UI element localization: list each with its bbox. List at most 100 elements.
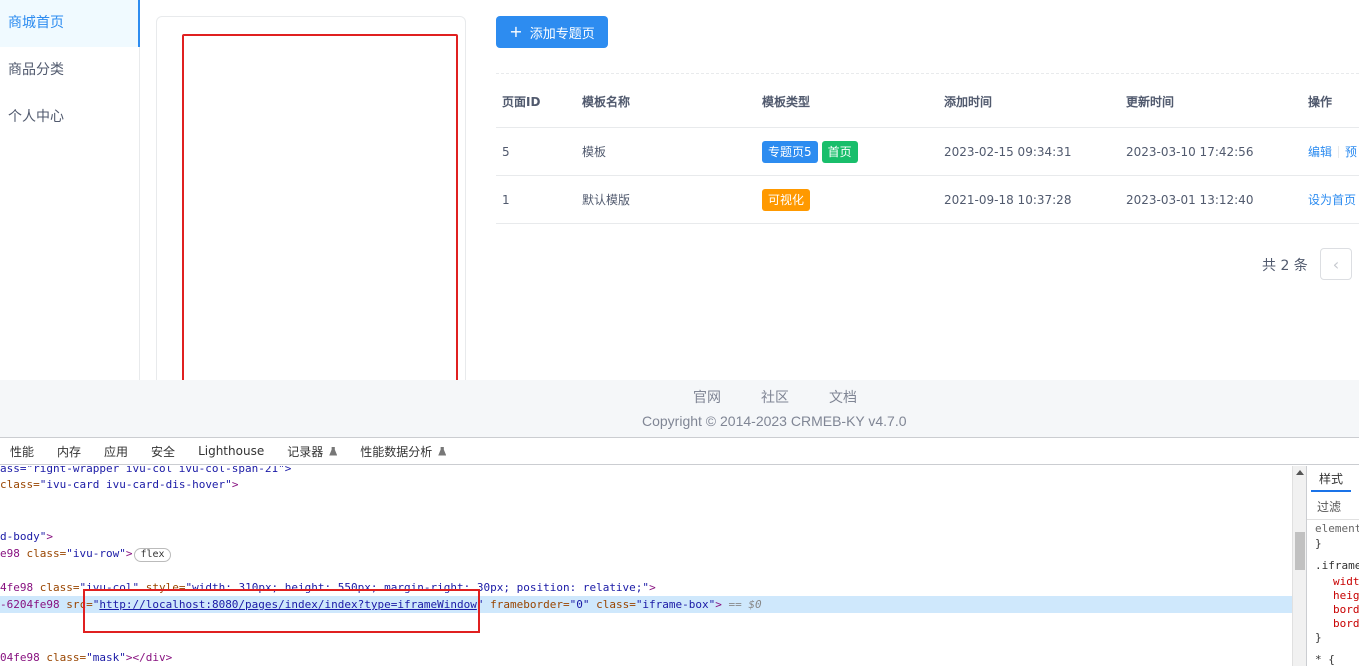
style-line[interactable]: bord [1333,617,1359,630]
footer-link-official[interactable]: 官网 [693,387,721,407]
style-line: * { [1315,653,1335,666]
cell-updated: 2023-03-01 13:12:40 [1126,192,1254,207]
style-line[interactable]: bord [1333,603,1359,616]
code-value: d-body" [0,530,47,543]
add-topic-page-label: 添加专题页 [529,26,595,42]
code-value: "ivu-card ivu-card-dis-hover" [39,478,232,491]
code-attr: class= [589,598,636,611]
pagination-prev-button[interactable]: ‹ [1320,248,1352,280]
table-row: 5 模板 专题页5 首页 2023-02-15 09:34:31 2023-03… [496,128,1359,176]
sidebar-item-profile[interactable]: 个人中心 [0,94,139,141]
code-tag: > [231,478,239,491]
header-ops: 操作 [1308,95,1333,109]
tab-memory[interactable]: 内存 [57,443,81,460]
code-line[interactable]: e98 class="ivu-row"> flex [0,545,171,562]
scrollbar-thumb[interactable] [1295,532,1305,570]
tab-performance[interactable]: 性能 [10,443,34,460]
flex-badge[interactable]: flex [134,548,171,562]
code-value: "ivu-row" [66,547,126,560]
preview-link[interactable]: 预 [1345,143,1357,160]
styles-pane: 样式 过滤 element } .iframe widt heig bord b… [1306,466,1359,666]
type-tag: 可视化 [762,188,811,211]
footer-link-docs[interactable]: 文档 [829,387,857,407]
table-header: 页面ID 模板名称 模板类型 添加时间 更新时间 操作 [496,76,1359,128]
cell-type: 专题页5 首页 [762,128,858,175]
flask-icon [438,446,447,456]
style-line[interactable]: widt [1333,575,1359,588]
footer-link-community[interactable]: 社区 [761,387,789,407]
cell-updated: 2023-03-10 17:42:56 [1126,144,1254,159]
sidebar-item-home[interactable]: 商城首页 [0,0,140,47]
selected-marker: == $0 [721,598,762,611]
template-table: 页面ID 模板名称 模板类型 添加时间 更新时间 操作 5 模板 专题页5 首页… [496,76,1359,224]
code-tag: -6204fe98 [0,598,67,611]
tab-styles[interactable]: 样式 [1311,466,1352,492]
tab-recorder-label: 记录器 [287,444,324,459]
sidebar: 商城首页 商品分类 个人中心 [0,0,140,380]
code-line[interactable]: 04fe98 class="mask"></div> [0,649,172,666]
elements-tree: ass="right-wrapper ivu-col ivu-col-span-… [0,466,1292,666]
cell-type: 可视化 [762,176,811,223]
tab-lighthouse[interactable]: Lighthouse [198,444,264,458]
header-updated: 更新时间 [1126,95,1175,109]
style-line: } [1315,631,1322,644]
devtools-tabs: 性能 内存 应用 安全 Lighthouse 记录器 性能数据分析 [0,438,1359,465]
cell-id: 5 [502,144,510,159]
tab-performance-insights[interactable]: 性能数据分析 [360,443,447,460]
plus-icon: + [509,22,523,41]
code-tag: ></div> [125,651,173,664]
elements-scrollbar[interactable] [1292,466,1306,666]
code-attr: class= [26,547,67,560]
code-attr: frameborder= [483,598,570,611]
code-attr: class= [46,651,87,664]
tab-application[interactable]: 应用 [104,443,128,460]
flask-icon [329,446,338,456]
chevron-left-icon: ‹ [1332,254,1340,274]
header-id: 页面ID [502,95,541,109]
type-tag: 专题页5 [762,140,818,163]
code-tag: > [649,581,656,594]
set-home-link[interactable]: 设为首页 [1308,191,1356,208]
footer-links: 官网 社区 文档 [693,387,857,407]
style-line: element [1315,522,1359,535]
table-row: 1 默认模版 可视化 2021-09-18 10:37:28 2023-03-0… [496,176,1359,224]
code-line[interactable]: d-body"> [0,528,53,545]
cell-name: 模板 [582,145,607,159]
code-line[interactable]: class="ivu-card ivu-card-dis-hover"> [0,476,238,493]
style-line[interactable]: heig [1333,589,1359,602]
code-value: "0" [569,598,590,611]
cell-ops: 编辑 预 [1308,128,1357,175]
pagination-total: 共 2 条 [1262,258,1308,274]
cell-id: 1 [502,192,510,207]
style-line: .iframe [1315,559,1359,572]
code-text: ass="right-wrapper ivu-col ivu-col-span-… [0,466,292,475]
style-line: } [1315,537,1322,550]
code-tag: > [125,547,133,560]
styles-filter-input[interactable]: 过滤 [1307,494,1359,520]
tab-perf-insights-label: 性能数据分析 [360,444,433,459]
code-value: "mask" [86,651,126,664]
header-added: 添加时间 [944,95,993,109]
code-attr: class= [39,581,80,594]
code-tag: > [46,530,53,543]
code-tag: e98 [0,547,27,560]
divider [1338,145,1340,158]
divider [496,73,1359,74]
add-topic-page-button[interactable]: + 添加专题页 [496,16,608,48]
header-type: 模板类型 [762,95,811,109]
sidebar-item-category[interactable]: 商品分类 [0,47,139,94]
edit-link[interactable]: 编辑 [1308,143,1332,160]
tab-recorder[interactable]: 记录器 [287,443,338,460]
copyright: Copyright © 2014-2023 CRMEB-KY v4.7.0 [642,413,907,429]
footer: 官网 社区 文档 Copyright © 2014-2023 CRMEB-KY … [0,380,1359,437]
highlight-box [83,589,480,633]
cell-name: 默认模版 [582,193,631,207]
tab-security[interactable]: 安全 [151,443,175,460]
type-tag: 首页 [821,140,858,163]
cell-added: 2021-09-18 10:37:28 [944,192,1072,207]
header-name: 模板名称 [582,95,631,109]
highlight-box [182,34,458,406]
cell-ops: 设为首页 [1308,176,1356,223]
code-tag: > [715,598,722,611]
scroll-up-icon[interactable] [1296,470,1304,475]
